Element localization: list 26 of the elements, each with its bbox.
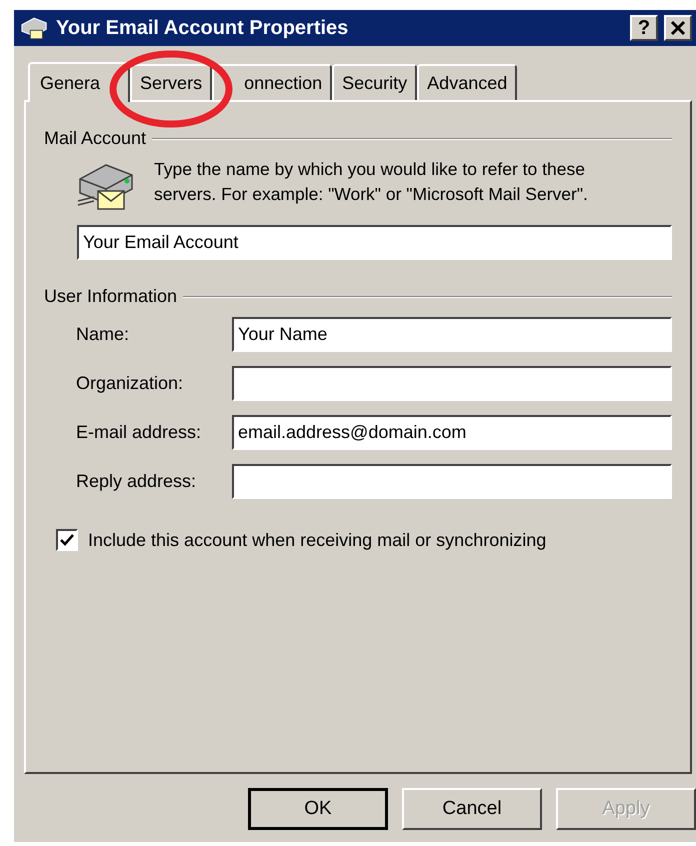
field-label: Organization: [76,373,184,394]
tab[interactable]: Advanced [417,64,518,100]
close-icon [670,20,686,36]
field-label: Name: [76,324,130,345]
tab[interactable]: Genera [28,62,130,102]
tab[interactable]: Security [332,64,418,100]
field-label: E-mail address: [76,422,202,443]
description-text: Type the name by which you would like to refer to these servers. For example: "Work" or "Microsoft Mail Server". [154,158,589,206]
account-name-field[interactable]: Your Email Account [77,225,672,260]
tab[interactable]: Servers [130,64,212,100]
dialog-button[interactable]: OK [248,788,388,830]
window-title: Your Email Account Properties [56,16,350,40]
checkmark-icon [60,534,74,546]
group-heading: Mail Account [44,128,146,149]
checkbox-label: Include this account when receiving mail or synchronizing [88,530,546,550]
input-field[interactable]: email.address@domain.com [232,415,672,450]
close-button[interactable] [664,15,692,41]
tab[interactable]: onnection [212,64,332,100]
checkbox[interactable] [56,529,78,551]
input-field[interactable]: Your Name [232,317,672,352]
input-field[interactable] [232,464,672,499]
input-field[interactable] [232,366,672,401]
dialog-button[interactable]: Cancel [402,788,542,830]
field-label: Reply address: [76,471,198,492]
group-heading: User Information [44,286,178,307]
help-button[interactable]: ? [630,15,658,41]
